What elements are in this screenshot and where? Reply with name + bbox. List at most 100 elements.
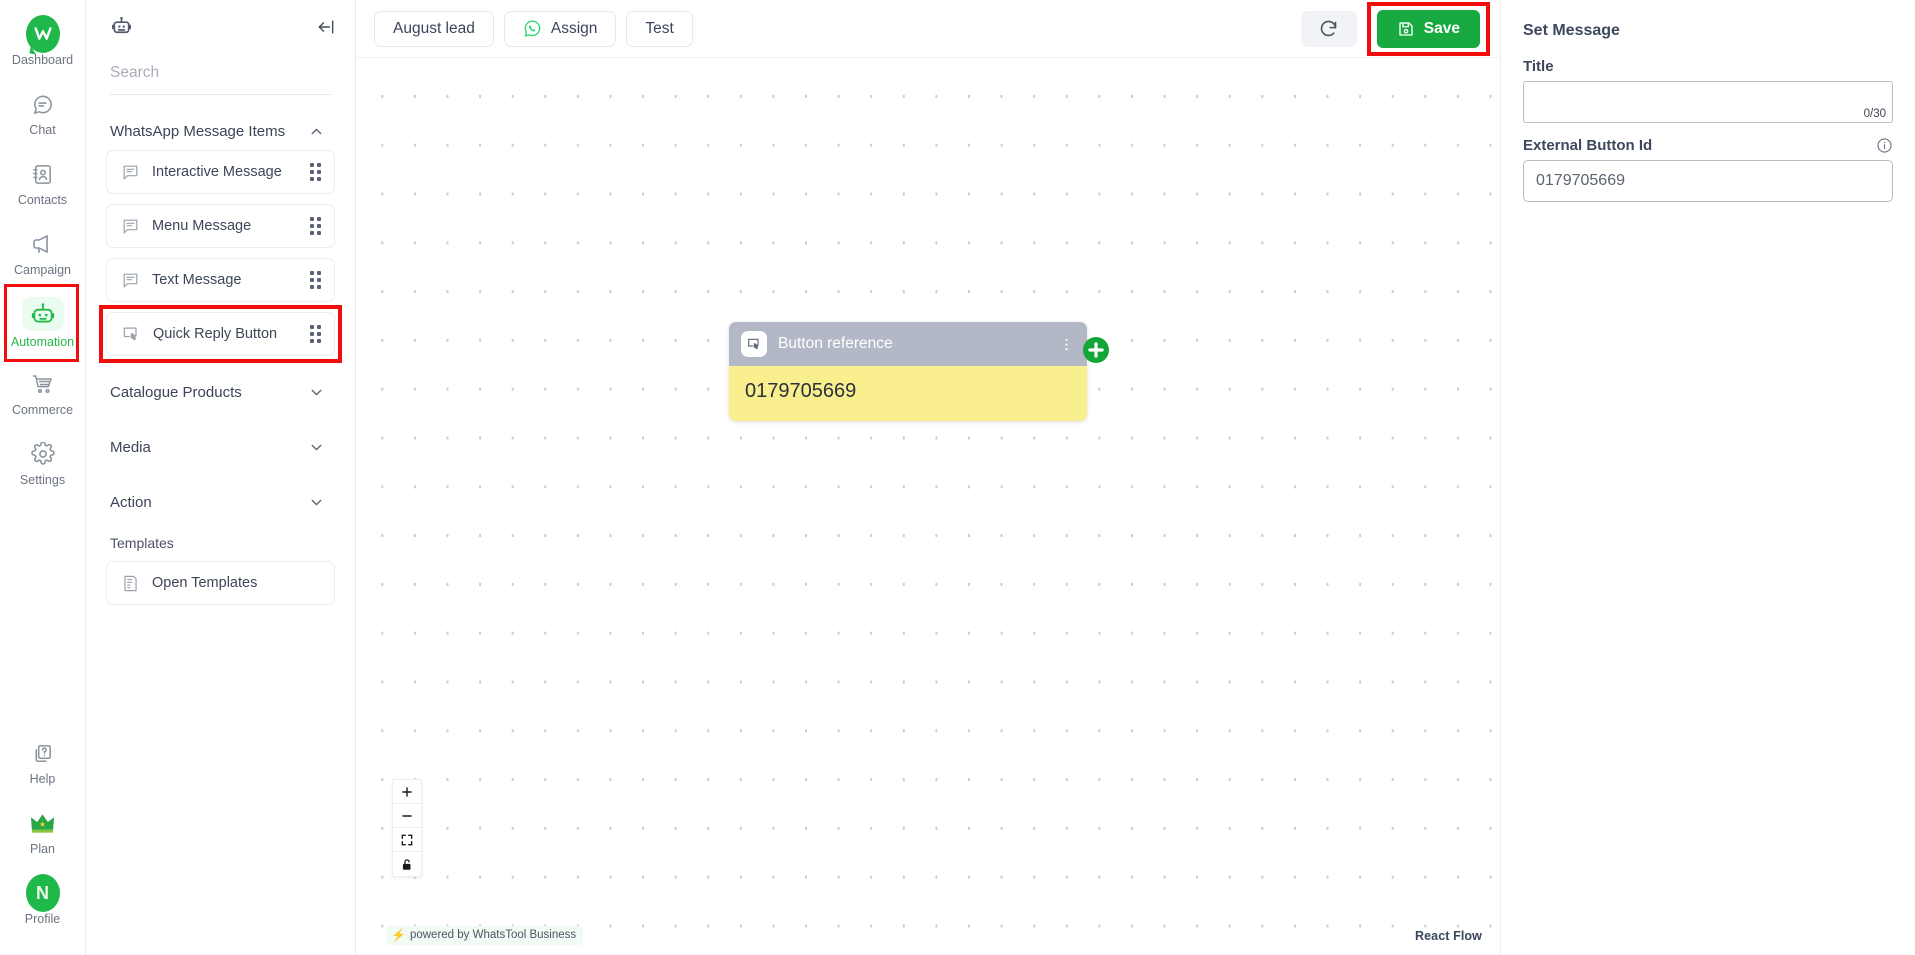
canvas-controls: [392, 779, 422, 877]
lock-button[interactable]: [393, 852, 421, 876]
whatstool-logo-icon: [25, 15, 60, 54]
node-title: Button reference: [778, 335, 893, 352]
library-item-interactive-message[interactable]: Interactive Message: [106, 150, 335, 194]
sidebar-item-plan[interactable]: Plan: [0, 797, 85, 867]
library-item-open-templates[interactable]: Open Templates: [106, 561, 335, 605]
sidebar-item-profile[interactable]: N Profile: [0, 867, 85, 937]
sidebar-item-label: Commerce: [11, 403, 74, 418]
drag-handle-icon[interactable]: [310, 271, 321, 289]
chevron-up-icon[interactable]: [308, 123, 325, 140]
section-title: Action: [110, 494, 152, 511]
library-item-menu-message[interactable]: Menu Message: [106, 204, 335, 248]
external-button-id-input[interactable]: [1524, 161, 1892, 201]
external-button-id-label: External Button Id: [1523, 137, 1653, 154]
node-body-text: 0179705669: [729, 366, 1087, 421]
search-container: [86, 58, 355, 95]
shopping-cart-icon: [26, 369, 60, 399]
assign-button[interactable]: Assign: [503, 10, 617, 47]
save-button-label: Save: [1423, 19, 1460, 37]
title-input[interactable]: [1524, 82, 1892, 122]
section-title: Media: [110, 439, 151, 456]
react-flow-attribution[interactable]: React Flow: [1415, 929, 1482, 943]
sidebar-item-settings[interactable]: Settings: [0, 428, 85, 498]
node-library-panel: WhatsApp Message Items Interactive Messa…: [86, 0, 356, 955]
section-header-catalogue-products[interactable]: Catalogue Products: [86, 374, 355, 411]
zoom-in-button[interactable]: [393, 780, 421, 804]
sidebar-item-label: Dashboard: [11, 53, 74, 68]
section-catalogue-products: Catalogue Products: [86, 374, 355, 411]
library-item-quick-reply-button[interactable]: Quick Reply Button: [99, 305, 342, 363]
fit-view-icon: [400, 833, 414, 847]
sidebar-item-dashboard[interactable]: Dashboard: [0, 8, 85, 78]
section-header-media[interactable]: Media: [86, 429, 355, 466]
more-vertical-icon[interactable]: [1058, 336, 1075, 353]
title-char-counter: 0/30: [1863, 108, 1886, 120]
chevron-down-icon[interactable]: [308, 439, 325, 456]
drag-handle-icon[interactable]: [310, 217, 321, 235]
test-button[interactable]: Test: [626, 10, 693, 47]
minus-icon: [400, 809, 414, 823]
template-document-icon: [121, 574, 140, 593]
fit-view-button[interactable]: [393, 828, 421, 852]
sidebar-item-campaign[interactable]: Campaign: [0, 218, 85, 288]
sidebar-item-label: Contacts: [17, 193, 68, 208]
robot-icon: [21, 297, 64, 332]
react-flow-canvas[interactable]: Button reference 0179705669 ⚡ powered by…: [356, 58, 1500, 955]
zoom-out-button[interactable]: [393, 804, 421, 828]
avatar: N: [25, 874, 60, 913]
sidebar-item-automation[interactable]: Automation: [0, 284, 85, 362]
section-action: Action: [86, 484, 355, 521]
whatsapp-icon: [523, 19, 542, 38]
sidebar-item-commerce[interactable]: Commerce: [0, 358, 85, 428]
refresh-button[interactable]: [1300, 10, 1357, 47]
section-media: Media: [86, 429, 355, 466]
section-header-action[interactable]: Action: [86, 484, 355, 521]
panel-title: Set Message: [1523, 22, 1620, 39]
library-item-text-message[interactable]: Text Message: [106, 258, 335, 302]
chevron-down-icon[interactable]: [308, 494, 325, 511]
flow-editor: August lead Assign Test Save Button refe…: [356, 0, 1500, 955]
sidebar-primary-nav: Dashboard Chat Contacts Campaign Automat…: [0, 0, 85, 498]
panel-header: [86, 0, 355, 58]
assign-button-label: Assign: [550, 19, 598, 37]
quick-reply-button-icon: [741, 331, 767, 357]
info-circle-icon[interactable]: [1876, 137, 1893, 154]
drag-handle-icon[interactable]: [310, 325, 321, 343]
sidebar-item-chat[interactable]: Chat: [0, 78, 85, 148]
section-whatsapp-message-items: WhatsApp Message Items Interactive Messa…: [86, 113, 355, 363]
sidebar-item-label: Settings: [19, 473, 66, 488]
powered-by-badge: ⚡ powered by WhatsTool Business: [386, 926, 584, 945]
sidebar-item-contacts[interactable]: Contacts: [0, 148, 85, 218]
save-button[interactable]: Save: [1376, 9, 1480, 48]
chevron-down-icon[interactable]: [308, 384, 325, 401]
title-field-wrapper: 0/30: [1523, 81, 1893, 123]
search-input[interactable]: [110, 58, 331, 95]
node-header[interactable]: Button reference: [729, 322, 1087, 366]
save-button-highlight: Save: [1366, 1, 1491, 56]
external-button-id-row: External Button Id: [1523, 137, 1893, 154]
library-item-label: Text Message: [152, 272, 242, 288]
megaphone-icon: [26, 229, 60, 259]
sidebar-item-label: Help: [29, 772, 56, 787]
lightning-bolt-icon: ⚡: [391, 928, 406, 942]
plus-icon: [400, 785, 414, 799]
help-question-icon: [26, 738, 60, 768]
app-sidebar: Dashboard Chat Contacts Campaign Automat…: [0, 0, 86, 955]
quick-reply-button-icon: [121, 324, 141, 344]
crown-icon: [26, 808, 60, 838]
section-title: Catalogue Products: [110, 384, 242, 401]
refresh-icon: [1318, 18, 1339, 39]
flow-name-button[interactable]: August lead: [374, 10, 494, 47]
drag-handle-icon[interactable]: [310, 163, 321, 181]
powered-by-label: powered by WhatsTool Business: [409, 929, 577, 941]
plus-circle-icon[interactable]: [1083, 337, 1109, 363]
sidebar-item-label: Campaign: [14, 263, 71, 278]
collapse-panel-button[interactable]: [315, 17, 337, 42]
flow-node-button-reference[interactable]: Button reference 0179705669: [729, 322, 1109, 421]
contacts-book-icon: [26, 159, 60, 189]
sidebar-item-help[interactable]: Help: [0, 727, 85, 797]
section-header-whatsapp-message-items[interactable]: WhatsApp Message Items: [86, 113, 355, 150]
section-title: WhatsApp Message Items: [110, 123, 286, 140]
sidebar-secondary-nav: Help Plan N Profile: [0, 727, 85, 955]
library-item-label: Open Templates: [152, 575, 258, 591]
